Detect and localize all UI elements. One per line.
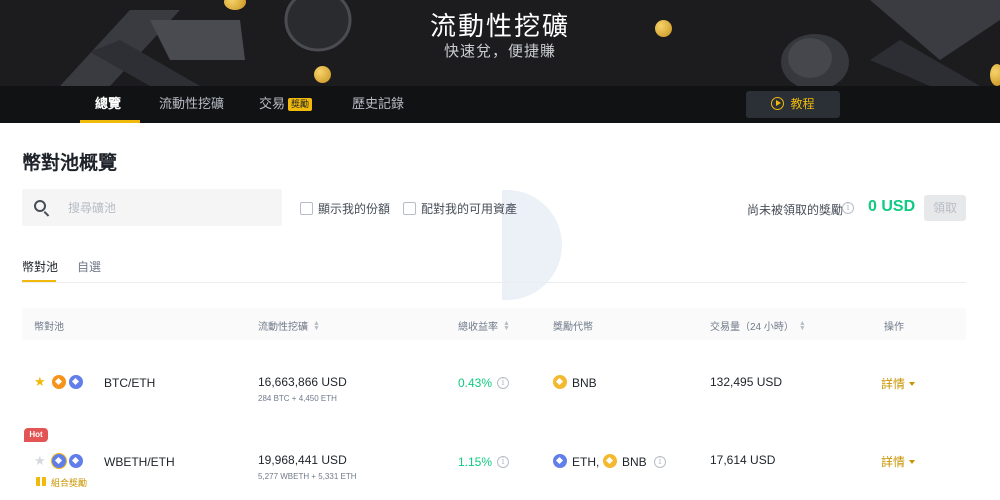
bnb-coin-icon bbox=[552, 374, 568, 390]
nav-active-underline bbox=[80, 120, 140, 123]
checkbox-box[interactable] bbox=[300, 202, 313, 215]
sort-icon: ▲ ▼ bbox=[798, 320, 806, 332]
column-header-action: 操作 bbox=[884, 322, 904, 333]
unclaimed-rewards-value: 0 USD bbox=[868, 198, 916, 215]
sort-icon: ▲ ▼ bbox=[503, 320, 510, 332]
star-icon[interactable]: ★ bbox=[34, 453, 46, 469]
nav-item-overview[interactable]: 總覽 bbox=[95, 86, 121, 123]
banner-subtitle: 快速兌，便捷賺 bbox=[443, 43, 556, 60]
pair-name: WBETH/ETH bbox=[104, 455, 175, 469]
info-icon[interactable]: i bbox=[497, 377, 509, 389]
star-icon[interactable]: ★ bbox=[34, 374, 46, 390]
reward-badge: 獎勵 bbox=[288, 98, 313, 111]
column-header-apy[interactable]: 總收益率 ▲ ▼ bbox=[458, 318, 510, 333]
nav-item-label: 交易 bbox=[259, 96, 286, 111]
hot-badge: Hot bbox=[24, 428, 48, 442]
coin-decoration bbox=[990, 64, 1000, 86]
page-title: 幣對池概覽 bbox=[22, 153, 118, 174]
column-header-volume[interactable]: 交易量（24 小時） ▲ ▼ bbox=[710, 318, 806, 333]
nav-item-history[interactable]: 歷史記錄 bbox=[352, 86, 404, 123]
nav-item-label: 流動性挖礦 bbox=[159, 96, 225, 111]
eth-coin-icon bbox=[68, 453, 84, 469]
search-box bbox=[22, 189, 282, 226]
volume-value: 132,495 USD bbox=[710, 375, 783, 389]
nav-item-trade[interactable]: 交易 獎勵 bbox=[259, 86, 313, 123]
gift-icon bbox=[36, 477, 46, 486]
match-my-assets-checkbox[interactable]: 配對我的可用資產 bbox=[403, 200, 517, 217]
divider bbox=[22, 282, 966, 283]
banner-title: 流動性挖礦 bbox=[429, 11, 570, 41]
coin-decoration bbox=[314, 66, 331, 83]
details-button[interactable]: 詳情 bbox=[881, 453, 916, 470]
bnb-coin-icon bbox=[602, 453, 618, 469]
reward-token: BNB bbox=[622, 455, 647, 469]
volume-value: 17,614 USD bbox=[710, 453, 776, 467]
tab-favorites[interactable]: 自選 bbox=[77, 258, 101, 275]
column-header-reward-token: 獎勵代幣 bbox=[553, 322, 593, 333]
liquidity-value: 16,663,866 USD bbox=[258, 375, 347, 389]
checkbox-label: 配對我的可用資產 bbox=[421, 202, 518, 216]
caret-down-icon bbox=[909, 460, 916, 464]
play-icon bbox=[771, 97, 785, 110]
search-icon bbox=[34, 200, 46, 212]
sort-icon: ▲ ▼ bbox=[313, 320, 320, 332]
nav-item-label: 歷史記錄 bbox=[352, 96, 405, 111]
liquidity-detail: 5,277 WBETH + 5,331 ETH bbox=[258, 472, 357, 481]
nav-item-liquidity-mining[interactable]: 流動性挖礦 bbox=[159, 86, 224, 123]
reward-token: ETH, bbox=[572, 455, 600, 469]
column-header-pool: 幣對池 bbox=[34, 322, 64, 333]
tutorial-label: 教程 bbox=[790, 97, 815, 111]
show-my-share-checkbox[interactable]: 顯示我的份額 bbox=[300, 200, 390, 217]
info-icon[interactable]: i bbox=[497, 456, 509, 468]
wbeth-coin-icon bbox=[51, 453, 67, 469]
unclaimed-rewards-label: 尚未被領取的獎勵 bbox=[747, 203, 844, 217]
search-input[interactable] bbox=[68, 189, 268, 226]
hero-banner: 流動性挖礦 快速兌，便捷賺 bbox=[0, 0, 1000, 86]
info-icon[interactable]: i bbox=[842, 202, 854, 214]
caret-down-icon bbox=[909, 382, 916, 386]
nav-item-label: 總覽 bbox=[95, 96, 122, 111]
pair-name: BTC/ETH bbox=[104, 376, 156, 390]
liquidity-detail: 284 BTC + 4,450 ETH bbox=[258, 394, 337, 403]
checkbox-label: 顯示我的份額 bbox=[318, 202, 391, 216]
eth-coin-icon bbox=[68, 374, 84, 390]
column-header-liquidity[interactable]: 流動性挖礦 ▲ ▼ bbox=[258, 318, 320, 333]
checkbox-box[interactable] bbox=[403, 202, 416, 215]
btc-coin-icon bbox=[51, 374, 67, 390]
info-icon[interactable]: i bbox=[654, 456, 666, 468]
apy-value: 0.43% bbox=[458, 376, 493, 390]
apy-value: 1.15% bbox=[458, 455, 493, 469]
tab-pools[interactable]: 幣對池 bbox=[22, 258, 58, 275]
top-nav: 總覽 流動性挖礦 交易 獎勵 歷史記錄 常見問題 bbox=[0, 86, 1000, 197]
reward-token: BNB bbox=[572, 376, 597, 390]
eth-coin-icon bbox=[552, 453, 568, 469]
combo-reward-label: 組合獎勵 bbox=[51, 478, 88, 488]
liquidity-value: 19,968,441 USD bbox=[258, 453, 347, 467]
tutorial-button[interactable]: 教程 bbox=[746, 91, 840, 118]
claim-button[interactable]: 領取 bbox=[924, 195, 966, 221]
details-button[interactable]: 詳情 bbox=[881, 375, 916, 392]
